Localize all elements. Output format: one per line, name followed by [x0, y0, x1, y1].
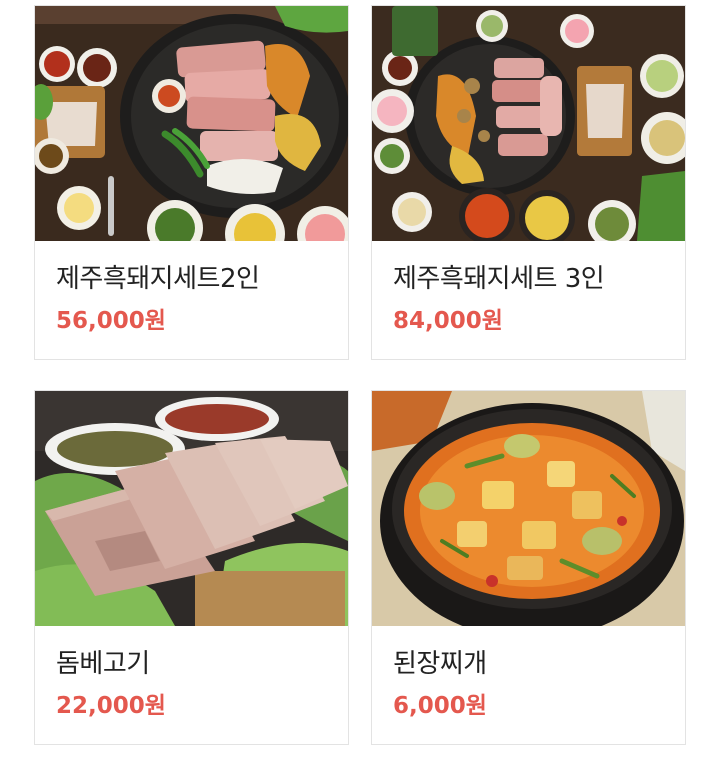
menu-item-name: 된장찌개: [393, 649, 487, 679]
menu-item-info: 제주흑돼지세트2인 56,000원: [35, 241, 348, 335]
menu-grid: 제주흑돼지세트2인 56,000원 제주흑돼지세트 3인 84,000원 돔베고…: [34, 5, 686, 745]
menu-item-card[interactable]: 제주흑돼지세트 3인 84,000원: [371, 5, 686, 360]
boiled-pork-photo: [35, 391, 348, 626]
menu-item-info: 된장찌개 6,000원: [372, 626, 685, 720]
bbq-set-2-photo: [35, 6, 348, 241]
menu-item-price: 56,000원: [56, 308, 166, 334]
doenjang-stew-photo: [372, 391, 685, 626]
menu-item-card[interactable]: 돔베고기 22,000원: [34, 390, 349, 745]
menu-item-name: 제주흑돼지세트 3인: [393, 264, 605, 294]
menu-item-card[interactable]: 된장찌개 6,000원: [371, 390, 686, 745]
menu-item-price: 6,000원: [393, 693, 487, 719]
menu-item-info: 제주흑돼지세트 3인 84,000원: [372, 241, 685, 335]
menu-item-name: 돔베고기: [56, 649, 150, 679]
menu-item-info: 돔베고기 22,000원: [35, 626, 348, 720]
menu-item-price: 84,000원: [393, 308, 503, 334]
menu-item-card[interactable]: 제주흑돼지세트2인 56,000원: [34, 5, 349, 360]
bbq-set-3-photo: [372, 6, 685, 241]
menu-item-price: 22,000원: [56, 693, 166, 719]
menu-item-name: 제주흑돼지세트2인: [56, 264, 260, 294]
